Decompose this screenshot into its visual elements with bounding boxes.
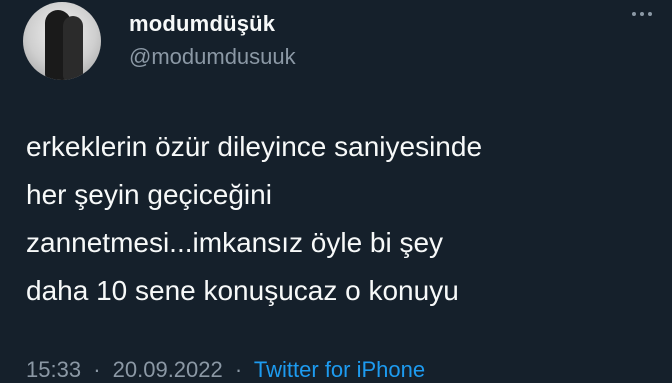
more-dot	[632, 12, 636, 16]
avatar-figure	[63, 16, 83, 80]
more-dot	[648, 12, 652, 16]
tweet-text-line: daha 10 sene konuşucaz o konuyu	[26, 275, 459, 306]
tweet-date[interactable]: 20.09.2022	[113, 357, 223, 382]
tweet-meta: 15:33 · 20.09.2022 · Twitter for iPhone	[26, 357, 425, 383]
user-handle[interactable]: @modumdusuuk	[129, 44, 296, 70]
meta-separator: ·	[93, 357, 101, 382]
meta-separator: ·	[234, 357, 243, 382]
tweet-card: modumdüşük @modumdusuuk erkeklerin özür …	[0, 0, 672, 382]
more-dot	[640, 12, 644, 16]
tweet-source-link[interactable]: Twitter for iPhone	[254, 357, 425, 382]
tweet-text-line: her şeyin geçiceğini	[26, 179, 272, 210]
tweet-text-line: erkeklerin özür dileyince saniyesinde	[26, 131, 483, 162]
avatar[interactable]	[23, 2, 101, 80]
tweet-time[interactable]: 15:33	[26, 357, 81, 382]
tweet-text-line: zannetmesi...imkansız öyle bi şey	[26, 227, 444, 258]
more-dots-icon[interactable]	[632, 12, 652, 16]
display-name[interactable]: modumdüşük	[129, 11, 275, 37]
tweet-text: erkeklerin özür dileyince saniyesinde he…	[26, 123, 656, 315]
